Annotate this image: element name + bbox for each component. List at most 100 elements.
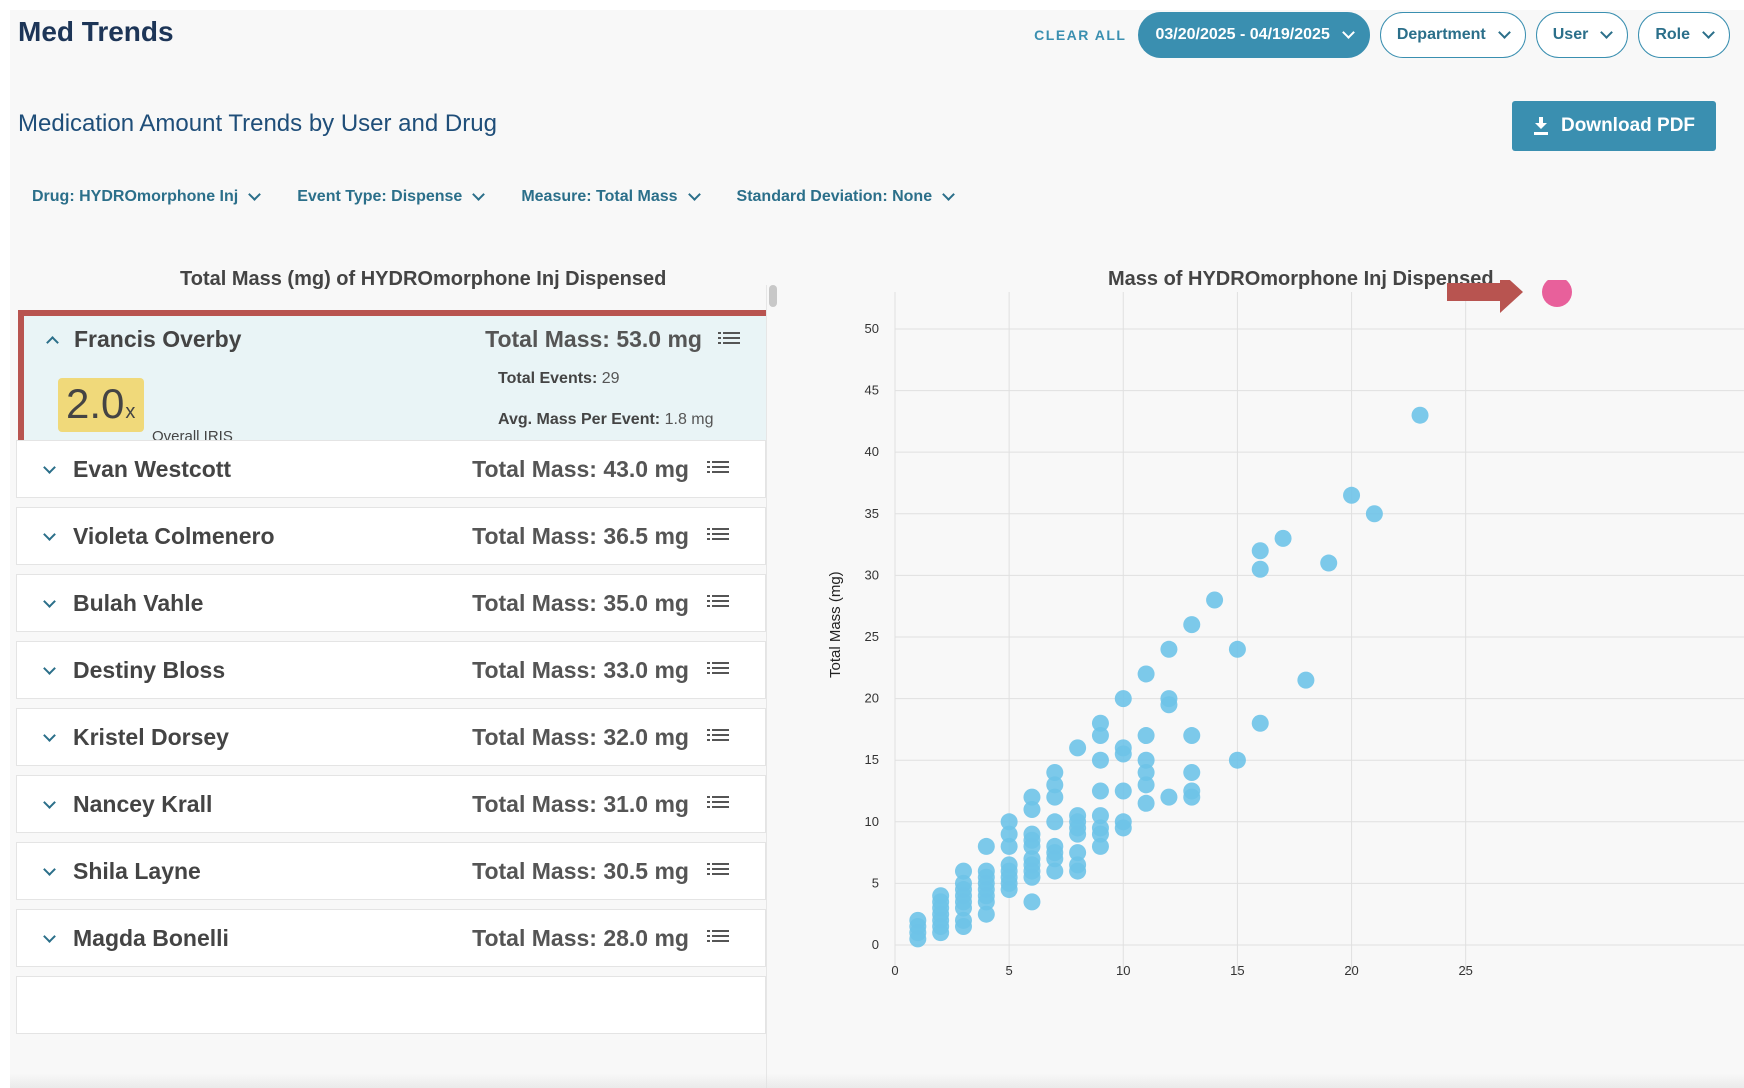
y-tick-label: 0: [872, 937, 879, 952]
chevron-down-icon[interactable]: [43, 727, 56, 745]
chevron-up-icon[interactable]: [46, 334, 59, 352]
data-point: [1183, 764, 1201, 782]
chevron-down-icon[interactable]: [43, 928, 56, 946]
y-tick-label: 50: [865, 321, 879, 336]
list-menu-icon[interactable]: [707, 863, 729, 879]
y-tick-label: 35: [865, 506, 879, 521]
list-item[interactable]: [16, 976, 766, 1034]
app-window: Med Trends CLEAR ALL 03/20/2025 - 04/19/…: [10, 10, 1744, 1088]
list-menu-icon[interactable]: [718, 332, 740, 348]
list-menu-icon[interactable]: [707, 595, 729, 611]
chevron-down-icon: [687, 188, 701, 201]
std-deviation-filter-label: Standard Deviation: None: [736, 188, 933, 205]
list-item[interactable]: Evan Westcott Total Mass: 43.0 mg: [16, 440, 766, 498]
user-name: Violeta Colmenero: [73, 523, 275, 549]
role-dropdown[interactable]: Role: [1638, 12, 1730, 58]
total-mass: Total Mass: 53.0 mg: [485, 326, 702, 352]
data-point: [1365, 505, 1383, 523]
chevron-down-icon: [1600, 26, 1614, 39]
total-mass: Total Mass: 30.5 mg: [472, 858, 689, 884]
data-point: [1046, 862, 1064, 880]
list-scrollbar[interactable]: [766, 285, 778, 1088]
measure-filter[interactable]: Measure: Total Mass: [521, 188, 701, 206]
data-point: [1297, 671, 1315, 689]
data-point: [977, 905, 995, 923]
data-point: [1411, 406, 1429, 424]
user-dropdown[interactable]: User: [1535, 12, 1629, 58]
y-tick-label: 25: [865, 629, 879, 644]
data-point: [1046, 788, 1064, 806]
chevron-down-icon[interactable]: [43, 593, 56, 611]
std-deviation-filter[interactable]: Standard Deviation: None: [736, 188, 955, 206]
x-tick-label: 20: [1344, 963, 1358, 978]
list-menu-icon[interactable]: [707, 729, 729, 745]
report-filter-bar: Drug: HYDROmorphone Inj Event Type: Disp…: [32, 188, 955, 206]
download-pdf-label: Download PDF: [1560, 115, 1696, 136]
total-events-label: Total Events:: [498, 370, 598, 387]
data-point: [1251, 542, 1269, 560]
list-menu-icon[interactable]: [707, 662, 729, 678]
list-item[interactable]: Nancey Krall Total Mass: 31.0 mg: [16, 775, 766, 833]
date-range-dropdown[interactable]: 03/20/2025 - 04/19/2025: [1138, 12, 1370, 58]
user-name: Kristel Dorsey: [73, 724, 229, 750]
data-point: [1114, 819, 1132, 837]
download-pdf-button[interactable]: Download PDF: [1512, 101, 1716, 151]
data-point: [1251, 560, 1269, 578]
data-point: [1091, 837, 1109, 855]
data-point: [1069, 825, 1087, 843]
data-point: [1343, 486, 1361, 504]
list-item[interactable]: Shila Layne Total Mass: 30.5 mg: [16, 842, 766, 900]
list-menu-icon[interactable]: [707, 796, 729, 812]
total-events-stat: Total Events: 29: [498, 370, 620, 388]
x-tick-label: 10: [1116, 963, 1130, 978]
list-item[interactable]: Bulah Vahle Total Mass: 35.0 mg: [16, 574, 766, 632]
chevron-down-icon: [1702, 26, 1715, 39]
scrollbar-thumb[interactable]: [769, 285, 777, 307]
data-point: [1114, 745, 1132, 763]
list-menu-icon[interactable]: [707, 528, 729, 544]
data-point: [1137, 665, 1155, 683]
chevron-down-icon[interactable]: [43, 861, 56, 879]
user-name: Bulah Vahle: [73, 590, 204, 616]
data-point: [1091, 727, 1109, 745]
chevron-down-icon[interactable]: [43, 794, 56, 812]
data-point: [977, 837, 995, 855]
scatter-chart-svg: 0 5 10 15 20 25 0 5 10 15 20 25 30 35 40 45 50 Total Mass…: [827, 271, 1744, 978]
avg-mass-value: 1.8 mg: [664, 411, 714, 428]
y-axis-label: Total Mass (mg): [827, 571, 844, 678]
list-item[interactable]: Destiny Bloss Total Mass: 33.0 mg: [16, 641, 766, 699]
list-menu-icon[interactable]: [707, 461, 729, 477]
chevron-down-icon[interactable]: [43, 459, 56, 477]
y-tick-label: 15: [865, 752, 879, 767]
data-point: [1137, 727, 1155, 745]
data-point: [1114, 690, 1132, 708]
department-dropdown[interactable]: Department: [1379, 12, 1526, 58]
drug-filter[interactable]: Drug: HYDROmorphone Inj: [32, 188, 262, 206]
chevron-down-icon: [942, 188, 955, 201]
list-item[interactable]: Violeta Colmenero Total Mass: 36.5 mg: [16, 507, 766, 565]
data-point: [1320, 554, 1338, 572]
list-panel-title: Total Mass (mg) of HYDROmorphone Inj Dis…: [180, 268, 667, 290]
user-name: Evan Westcott: [73, 456, 232, 482]
list-item[interactable]: Kristel Dorsey Total Mass: 32.0 mg: [16, 708, 766, 766]
total-mass: Total Mass: 36.5 mg: [472, 523, 689, 549]
event-type-filter[interactable]: Event Type: Dispense: [297, 188, 486, 206]
x-tick-label: 0: [891, 963, 898, 978]
list-item[interactable]: Magda Bonelli Total Mass: 28.0 mg: [16, 909, 766, 967]
y-tick-label: 20: [865, 691, 879, 706]
data-point: [1114, 782, 1132, 800]
data-point: [909, 930, 927, 948]
iris-value: 2.0: [66, 380, 125, 427]
data-point: [1000, 837, 1018, 855]
user-name: Nancey Krall: [73, 791, 213, 817]
chevron-down-icon[interactable]: [43, 526, 56, 544]
data-point: [1206, 591, 1224, 609]
data-point: [1183, 788, 1201, 806]
user-label: User: [1552, 26, 1589, 43]
data-point: [1274, 529, 1292, 547]
list-menu-icon[interactable]: [707, 930, 729, 946]
chevron-down-icon[interactable]: [43, 660, 56, 678]
clear-all-button[interactable]: CLEAR ALL: [1034, 27, 1126, 43]
top-filter-bar: CLEAR ALL 03/20/2025 - 04/19/2025 Depart…: [1034, 12, 1730, 58]
data-point: [1023, 868, 1041, 886]
